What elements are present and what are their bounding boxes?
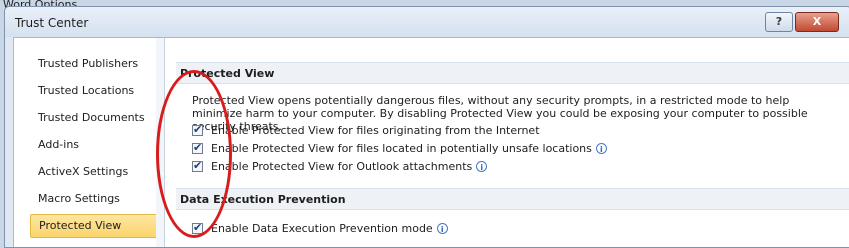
sidebar-item-trusted-publishers[interactable]: Trusted Publishers xyxy=(30,53,158,75)
info-icon[interactable]: i xyxy=(476,160,488,172)
section-header-protected-view: Protected View xyxy=(176,62,849,84)
option-unsafe-locations[interactable]: ✔ Enable Protected View for files locate… xyxy=(192,140,607,156)
close-button[interactable]: X xyxy=(795,12,839,32)
dialog-content: Trusted Publishers Trusted Locations Tru… xyxy=(13,37,849,247)
sidebar-item-trusted-documents[interactable]: Trusted Documents xyxy=(30,107,158,129)
option-label: Enable Protected View for files located … xyxy=(211,141,592,155)
dialog-title: Trust Center xyxy=(15,16,89,30)
sidebar-item-activex-settings[interactable]: ActiveX Settings xyxy=(30,161,158,183)
info-icon[interactable]: i xyxy=(595,142,607,154)
sidebar: Trusted Publishers Trusted Locations Tru… xyxy=(14,38,165,247)
sidebar-item-macro-settings[interactable]: Macro Settings xyxy=(30,188,158,210)
help-button[interactable]: ? xyxy=(765,12,793,32)
option-outlook-attachments[interactable]: ✔ Enable Protected View for Outlook atta… xyxy=(192,158,488,174)
sidebar-item-protected-view[interactable]: Protected View xyxy=(30,214,160,238)
option-dep-mode[interactable]: ✔ Enable Data Execution Prevention mode … xyxy=(192,220,448,236)
sidebar-item-add-ins[interactable]: Add-ins xyxy=(30,134,158,156)
option-label: Enable Protected View for files originat… xyxy=(211,123,540,137)
option-label: Enable Protected View for Outlook attach… xyxy=(211,159,473,173)
info-icon[interactable]: i xyxy=(436,222,448,234)
option-internet-files[interactable]: ✔ Enable Protected View for files origin… xyxy=(192,122,540,138)
option-label: Enable Data Execution Prevention mode xyxy=(211,221,433,235)
main-panel: Protected View Protected View opens pote… xyxy=(176,38,849,247)
title-bar[interactable]: Trust Center ? X xyxy=(5,7,849,37)
sidebar-item-trusted-locations[interactable]: Trusted Locations xyxy=(30,80,158,102)
annotation-circle xyxy=(156,70,232,238)
trust-center-dialog: Trust Center ? X Trusted Publishers Trus… xyxy=(4,6,849,248)
section-header-dep: Data Execution Prevention xyxy=(176,188,849,210)
